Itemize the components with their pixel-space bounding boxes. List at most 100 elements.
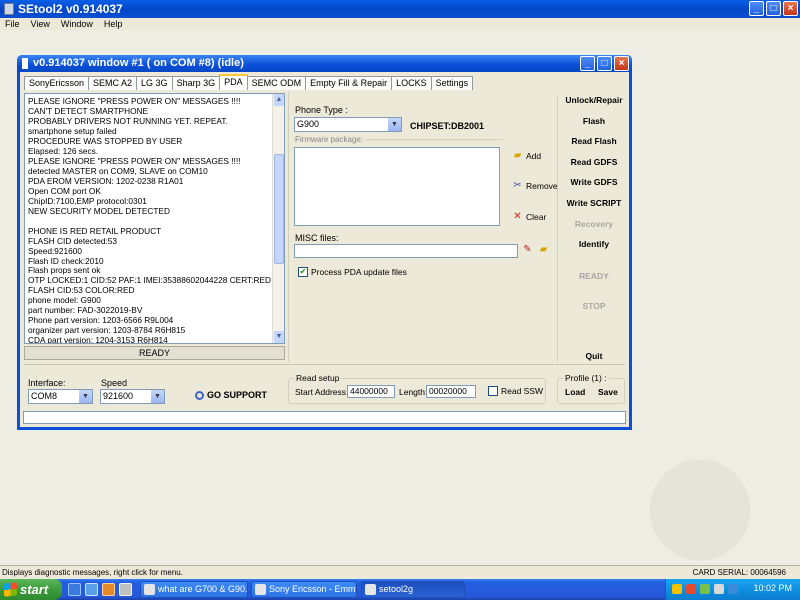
log-line: PROCEDURE WAS STOPPED BY USER: [28, 135, 183, 146]
checkbox-icon: ✔: [298, 267, 308, 277]
bottom-separator: [24, 364, 625, 365]
menu-window[interactable]: Window: [61, 19, 93, 29]
load-button[interactable]: Load: [565, 387, 585, 397]
menu-help[interactable]: Help: [104, 19, 123, 29]
identify-button[interactable]: Identify: [558, 239, 630, 249]
log-line: FLASH CID detected:53: [28, 235, 118, 246]
read-gdfs-button[interactable]: Read GDFS: [558, 157, 630, 167]
app-icon: [365, 584, 376, 595]
read-ssw-checkbox[interactable]: Read SSW: [488, 386, 543, 396]
tray-icon[interactable]: [672, 584, 682, 594]
support-icon: [195, 390, 204, 400]
unlock-repair-button[interactable]: Unlock/Repair: [558, 95, 630, 105]
log-line: PDA EROM VERSION: 1202-0238 R1A01: [28, 175, 184, 186]
speed-select[interactable]: 921600 ▼: [100, 389, 165, 404]
phone-type-label: Phone Type :: [295, 105, 348, 115]
go-support-label: GO SUPPORT: [207, 390, 268, 400]
go-support-button[interactable]: GO SUPPORT: [195, 390, 267, 400]
add-button[interactable]: ▰ Add: [512, 151, 541, 162]
tab-lg-3g[interactable]: LG 3G: [136, 76, 173, 90]
stop-button[interactable]: STOP: [558, 301, 630, 311]
log-line: CAN'T DETECT SMARTPHONE: [28, 105, 149, 116]
task-item[interactable]: Sony Ericsson - Emma...: [251, 581, 357, 598]
task-label: setool2g: [379, 584, 414, 594]
firmware-label: Firmware package:: [295, 135, 366, 144]
process-pda-checkbox[interactable]: ✔ Process PDA update files: [298, 267, 407, 277]
folder-open-icon[interactable]: ▰: [538, 245, 549, 255]
misc-files-input[interactable]: [294, 244, 518, 258]
minimize-button[interactable]: _: [749, 1, 764, 16]
browser-icon: [144, 584, 155, 595]
log-scrollbar[interactable]: ▲ ▼: [272, 94, 284, 343]
flash-button[interactable]: Flash: [558, 116, 630, 126]
task-item-active[interactable]: setool2g: [361, 581, 465, 598]
firmware-list[interactable]: [294, 147, 500, 226]
window-icon: [22, 58, 28, 69]
window-title: v0.914037 window #1 ( on COM #8) (idle): [33, 57, 244, 69]
tab-locks[interactable]: LOCKS: [391, 76, 432, 90]
log-line: Open COM port OK: [28, 185, 101, 196]
window-body: SonyEricsson SEMC A2 LG 3G Sharp 3G PDA …: [20, 72, 629, 427]
browser-icon: [255, 584, 266, 595]
pen-icon[interactable]: ✎: [522, 245, 533, 255]
write-gdfs-button[interactable]: Write GDFS: [558, 177, 630, 187]
windows-logo-icon: [4, 582, 17, 597]
save-button[interactable]: Save: [598, 387, 618, 397]
task-label: Sony Ericsson - Emma...: [269, 584, 356, 594]
media-icon[interactable]: [102, 583, 115, 596]
app-titlebar: SEtool2 v0.914037 _ □ ×: [0, 0, 800, 18]
task-item[interactable]: what are G700 & G90...: [140, 581, 248, 598]
clear-button[interactable]: ✕ Clear: [512, 212, 547, 223]
app-title: SEtool2 v0.914037: [18, 2, 123, 16]
divider: [288, 92, 289, 362]
scroll-up-icon[interactable]: ▲: [274, 94, 284, 106]
start-address-input[interactable]: 44000000: [347, 385, 395, 398]
start-button[interactable]: start: [0, 579, 62, 600]
tab-semc-a2[interactable]: SEMC A2: [88, 76, 138, 90]
remove-button[interactable]: ✂ Remove: [512, 181, 557, 192]
tray-icon[interactable]: [686, 584, 696, 594]
length-input[interactable]: 00020000: [426, 385, 476, 398]
read-flash-button[interactable]: Read Flash: [558, 136, 630, 146]
status-ready: READY: [24, 346, 285, 360]
log-line: Phone part version: 1203-6566 R9L004: [28, 315, 174, 326]
desktop-icon[interactable]: [68, 583, 81, 596]
tab-settings[interactable]: Settings: [430, 76, 474, 90]
scroll-thumb[interactable]: [274, 154, 284, 264]
menu-file[interactable]: File: [5, 19, 20, 29]
menu-view[interactable]: View: [31, 19, 50, 29]
window-close-button[interactable]: ×: [614, 56, 629, 71]
write-script-button[interactable]: Write SCRIPT: [558, 198, 630, 208]
log-line: Flash ID check:2010: [28, 255, 104, 266]
taskbar: start what are G700 & G90... Sony Ericss…: [0, 579, 800, 600]
ready-button[interactable]: READY: [558, 271, 630, 281]
quit-button[interactable]: Quit: [558, 351, 630, 361]
tab-pda[interactable]: PDA: [219, 74, 248, 90]
misc-files-label: MISC files:: [295, 233, 339, 243]
maximize-button[interactable]: □: [766, 1, 781, 16]
chevron-down-icon: ▼: [79, 390, 92, 403]
app-shortcut-icon[interactable]: [119, 583, 132, 596]
window-maximize-button[interactable]: □: [597, 56, 612, 71]
recovery-button[interactable]: Recovery: [558, 219, 630, 229]
log-line: NEW SECURITY MODEL DETECTED: [28, 205, 170, 216]
tab-empty-fill-repair[interactable]: Empty Fill & Repair: [305, 76, 393, 90]
tray-icon[interactable]: [728, 584, 738, 594]
clear-label: Clear: [526, 212, 547, 222]
system-tray: 10:02 PM: [665, 579, 800, 600]
scroll-down-icon[interactable]: ▼: [274, 331, 284, 343]
close-button[interactable]: ×: [783, 1, 798, 16]
browser-icon[interactable]: [85, 583, 98, 596]
tab-semc-odm[interactable]: SEMC ODM: [246, 76, 307, 90]
window-minimize-button[interactable]: _: [580, 56, 595, 71]
log-line: organizer part version: 1203-8784 R6H815: [28, 325, 186, 336]
log-output[interactable]: PLEASE IGNORE "PRESS POWER ON" MESSAGES …: [24, 93, 285, 344]
tab-sharp-3g[interactable]: Sharp 3G: [171, 76, 221, 90]
tab-sonyericsson[interactable]: SonyEricsson: [24, 76, 90, 90]
interface-select[interactable]: COM8 ▼: [28, 389, 93, 404]
tray-icon[interactable]: [700, 584, 710, 594]
log-line: part number: FAD-3022019-BV: [28, 305, 143, 316]
phone-type-select[interactable]: G900 ▼: [294, 117, 402, 132]
tray-icon[interactable]: [714, 584, 724, 594]
